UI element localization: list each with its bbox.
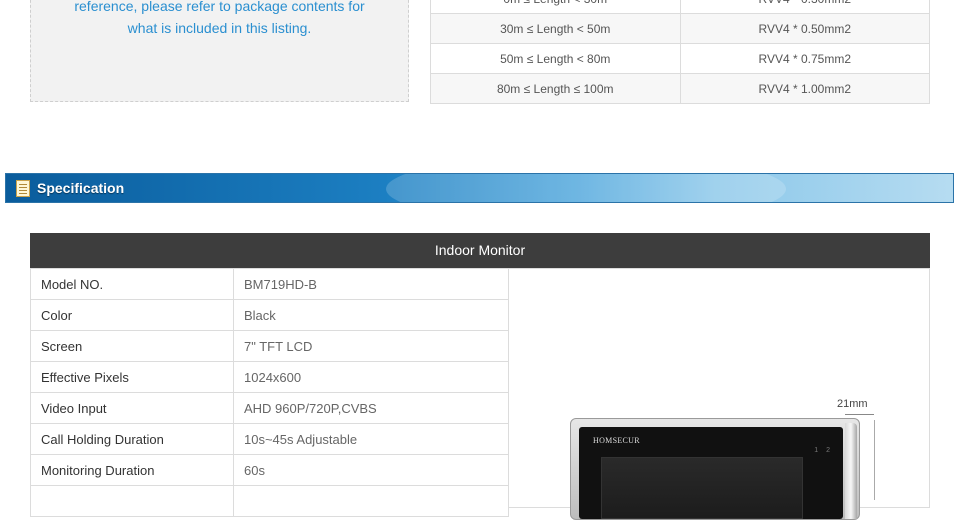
table-row: 80m ≤ Length ≤ 100m RVV4 * 1.00mm2 xyxy=(430,73,930,104)
height-dimension-line xyxy=(874,420,875,500)
cable-wire-cell: RVV4 * 1.00mm2 xyxy=(679,73,930,104)
specification-banner: Specification xyxy=(5,173,954,203)
monitor-indicator-lights: 1 2 xyxy=(814,447,833,454)
cable-wire-cell: RVV4 * 0.75mm2 xyxy=(679,43,930,74)
spec-label: Monitoring Duration xyxy=(30,454,234,486)
table-row xyxy=(30,485,509,517)
depth-dimension-line xyxy=(845,414,874,415)
monitor-front-panel: HOMSECUR 1 2 xyxy=(579,427,843,519)
table-row: Color Black xyxy=(30,299,509,331)
cable-wire-cell: RVV4 * 0.30mm2 xyxy=(679,0,930,14)
table-row: Call Holding Duration 10s~45s Adjustable xyxy=(30,423,509,455)
monitor-screen xyxy=(601,457,803,519)
cable-length-table: 0m ≤ Length < 30m RVV4 * 0.30mm2 30m ≤ L… xyxy=(430,0,930,104)
table-row: Video Input AHD 960P/720P,CVBS xyxy=(30,392,509,424)
spec-label: Color xyxy=(30,299,234,331)
package-note-box: reference, please refer to package conte… xyxy=(30,0,409,102)
spec-label: Video Input xyxy=(30,392,234,424)
cable-length-cell: 50m ≤ Length < 80m xyxy=(430,43,681,74)
spec-value: 1024x600 xyxy=(233,361,509,393)
table-row: Effective Pixels 1024x600 xyxy=(30,361,509,393)
spec-label: Model NO. xyxy=(30,268,234,300)
cable-length-cell: 80m ≤ Length ≤ 100m xyxy=(430,73,681,104)
spec-value: 10s~45s Adjustable xyxy=(233,423,509,455)
cable-length-cell: 0m ≤ Length < 30m xyxy=(430,0,681,14)
monitor-brand-logo: HOMSECUR xyxy=(593,436,640,445)
indoor-monitor-header: Indoor Monitor xyxy=(30,233,930,268)
table-row: Monitoring Duration 60s xyxy=(30,454,509,486)
cable-wire-cell: RVV4 * 0.50mm2 xyxy=(679,13,930,44)
cable-length-cell: 30m ≤ Length < 50m xyxy=(430,13,681,44)
package-note-line-2: what is included in this listing. xyxy=(127,20,312,36)
spec-value: 60s xyxy=(233,454,509,486)
table-row: Model NO. BM719HD-B xyxy=(30,268,509,300)
table-row: 0m ≤ Length < 30m RVV4 * 0.30mm2 xyxy=(430,0,930,14)
spec-value: Black xyxy=(233,299,509,331)
spec-value: BM719HD-B xyxy=(233,268,509,300)
indoor-monitor-spec-table: Model NO. BM719HD-B Color Black Screen 7… xyxy=(30,268,509,517)
spec-label: Call Holding Duration xyxy=(30,423,234,455)
package-note-line-1: reference, please refer to package conte… xyxy=(74,0,365,14)
spec-value: AHD 960P/720P,CVBS xyxy=(233,392,509,424)
spec-label: Screen xyxy=(30,330,234,362)
spec-label: Effective Pixels xyxy=(30,361,234,393)
depth-dimension-label: 21mm xyxy=(837,398,868,410)
banner-swoosh xyxy=(386,174,786,202)
table-row: Screen 7" TFT LCD xyxy=(30,330,509,362)
spec-label-empty xyxy=(30,485,234,517)
document-icon xyxy=(16,180,30,197)
monitor-side-edge xyxy=(845,423,857,519)
spec-value: 7" TFT LCD xyxy=(233,330,509,362)
spec-value-empty xyxy=(233,485,509,517)
indoor-monitor-image: HOMSECUR 1 2 xyxy=(570,418,860,520)
table-row: 30m ≤ Length < 50m RVV4 * 0.50mm2 xyxy=(430,13,930,44)
table-row: 50m ≤ Length < 80m RVV4 * 0.75mm2 xyxy=(430,43,930,74)
specification-title: Specification xyxy=(37,180,125,196)
